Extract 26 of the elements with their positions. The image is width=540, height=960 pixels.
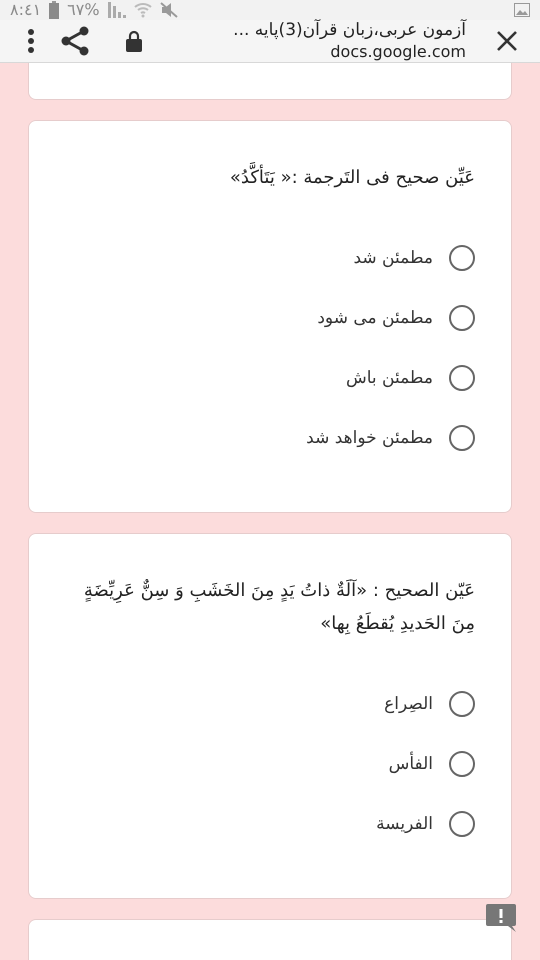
page-title: آزمون عربی،زبان قرآن(3)پایه ... — [233, 20, 466, 40]
wifi-icon — [134, 2, 152, 18]
option-label[interactable]: الفأس — [388, 754, 433, 774]
option-label[interactable]: مطمئن می شود — [317, 308, 433, 328]
radio-button[interactable] — [449, 751, 475, 777]
image-icon — [514, 2, 530, 17]
page-url: docs.google.com — [330, 42, 466, 62]
radio-button[interactable] — [449, 245, 475, 271]
option-label[interactable]: مطمئن خواهد شد — [306, 428, 433, 448]
battery-icon — [49, 0, 60, 19]
option-label[interactable]: مطمئن باش — [346, 368, 433, 388]
option-label[interactable]: الفريسة — [376, 814, 433, 834]
clock-text: ٨:٤١ — [10, 0, 42, 20]
battery-percent: ٦٧% — [67, 0, 100, 20]
signal-icon — [108, 2, 126, 18]
radio-button[interactable] — [449, 691, 475, 717]
question-text: عَيّن الصحيح : «آلَةٌ ذاتُ يَدٍ مِنَ الخَشَبِ وَ سِنٌّ عَرِيِّضَةٍ مِنَ الحَديدِ يُقطَعُ بِها» — [82, 578, 475, 636]
radio-button[interactable] — [449, 305, 475, 331]
option-label[interactable]: الصِراع — [384, 694, 433, 714]
mute-icon — [160, 2, 178, 18]
lock-icon — [126, 30, 142, 52]
option-label[interactable]: مطمئن شد — [353, 248, 433, 268]
radio-button[interactable] — [449, 365, 475, 391]
radio-button[interactable] — [449, 811, 475, 837]
question-text: عَیِّن صحیح فی التَرجمة :« يَتَأكَّدُ» — [69, 161, 475, 194]
radio-button[interactable] — [449, 425, 475, 451]
